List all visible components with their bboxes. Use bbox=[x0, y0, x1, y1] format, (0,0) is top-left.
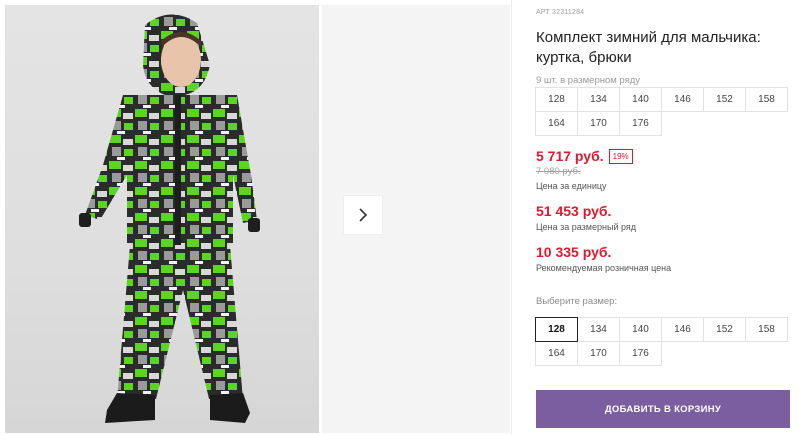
size-option-158[interactable]: 158 bbox=[745, 317, 788, 342]
unit-price-label: Цена за единицу bbox=[536, 181, 607, 191]
unit-price-row: 5 717 руб. 19% bbox=[536, 148, 633, 164]
size-row-cell: 140 bbox=[619, 87, 662, 112]
size-row-grid: 128 134 140 146 152 158 164 170 176 bbox=[535, 87, 788, 136]
size-row-cell: 128 bbox=[535, 87, 578, 112]
size-row-cell: 152 bbox=[703, 87, 746, 112]
row-price: 51 453 руб. bbox=[536, 203, 612, 219]
product-title: Комплект зимний для мальчика: куртка, бр… bbox=[536, 29, 761, 66]
rrp-price-label: Рекомендуемая розничная цена bbox=[536, 263, 672, 273]
size-row-cell: 146 bbox=[661, 87, 704, 112]
size-option-128[interactable]: 128 bbox=[535, 317, 578, 342]
product-photo-main[interactable] bbox=[5, 5, 319, 433]
size-option-140[interactable]: 140 bbox=[619, 317, 662, 342]
size-option-134[interactable]: 134 bbox=[577, 317, 620, 342]
unit-price: 5 717 руб. bbox=[536, 148, 604, 164]
old-price: 7 080 руб. bbox=[536, 166, 581, 177]
size-row-cell: 170 bbox=[577, 111, 620, 136]
size-option-146[interactable]: 146 bbox=[661, 317, 704, 342]
divider bbox=[511, 0, 512, 435]
size-row-cell: 176 bbox=[619, 111, 662, 136]
size-row-cell: 134 bbox=[577, 87, 620, 112]
choose-size-label: Выберите размер: bbox=[536, 296, 618, 307]
product-photo-illustration bbox=[79, 14, 260, 423]
size-row-cell: 158 bbox=[745, 87, 788, 112]
size-option-176[interactable]: 176 bbox=[619, 341, 662, 366]
size-row-cell: 164 bbox=[535, 111, 578, 136]
size-selector: 128 134 140 146 152 158 164 170 176 bbox=[535, 317, 788, 366]
rrp-price: 10 335 руб. bbox=[536, 244, 612, 260]
add-to-cart-button[interactable]: ДОБАВИТЬ В КОРЗИНУ bbox=[536, 390, 790, 428]
size-option-164[interactable]: 164 bbox=[535, 341, 578, 366]
row-price-label: Цена за размерный ряд bbox=[536, 222, 637, 232]
gallery-next-button[interactable] bbox=[344, 196, 382, 234]
product-gallery bbox=[0, 0, 510, 435]
discount-badge: 19% bbox=[608, 148, 633, 164]
size-option-170[interactable]: 170 bbox=[577, 341, 620, 366]
sizes-in-row-note: 9 шт. в размерном ряду bbox=[536, 75, 641, 86]
product-sku: АРТ 32311284 bbox=[536, 9, 585, 16]
size-option-152[interactable]: 152 bbox=[703, 317, 746, 342]
chevron-right-icon bbox=[359, 208, 368, 222]
